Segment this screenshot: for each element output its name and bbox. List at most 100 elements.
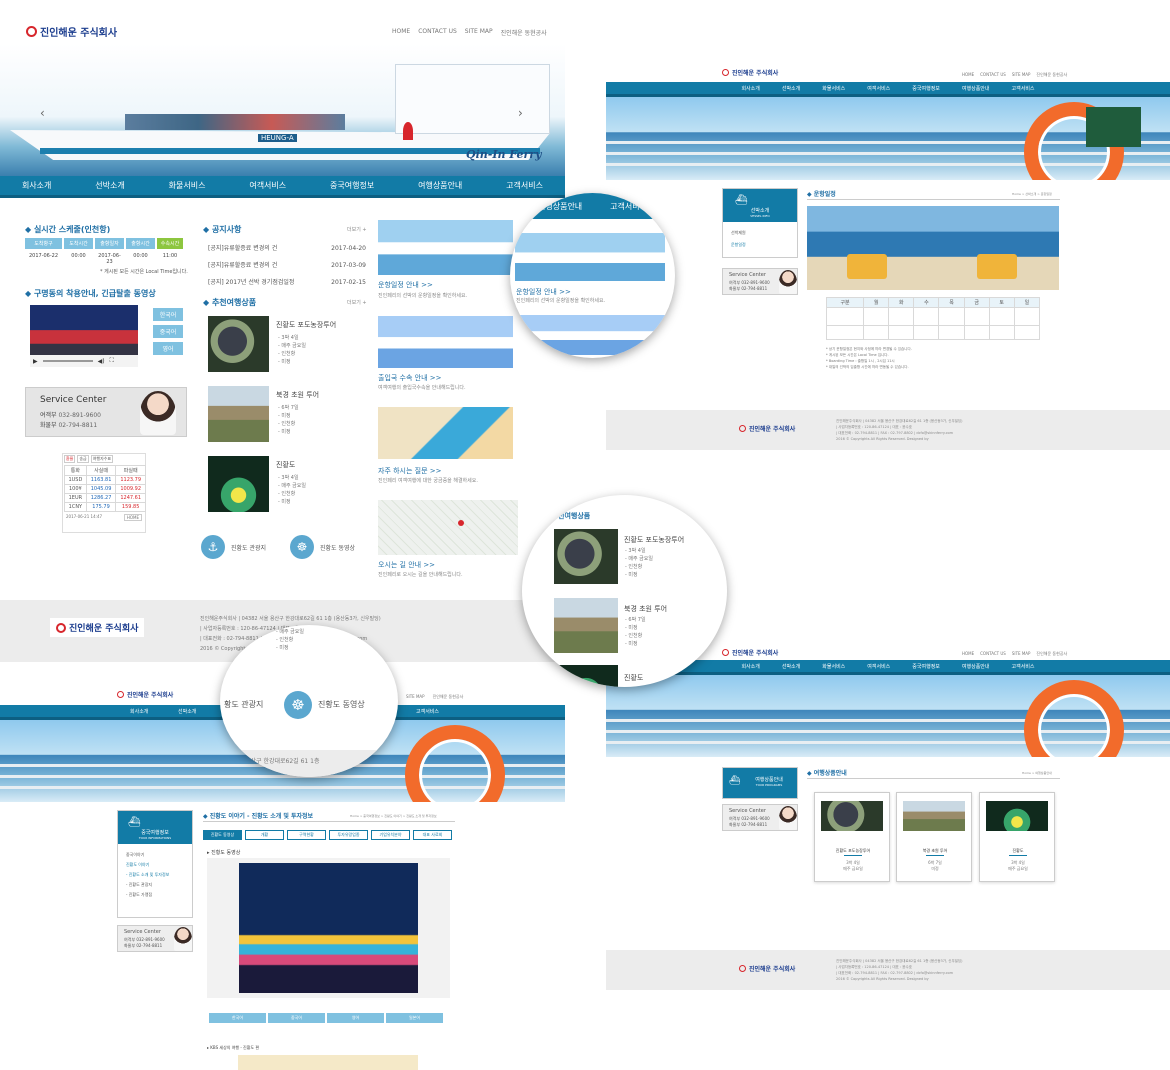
volume-icon[interactable]: ◀) bbox=[98, 358, 105, 365]
lang-button[interactable]: 일본어 bbox=[386, 1013, 443, 1023]
site-logo[interactable]: 진인해운 주식회사 bbox=[722, 68, 778, 77]
notice-item[interactable]: [공지] 2017년 선박 경기점검일정 2017-02-15 bbox=[208, 274, 366, 291]
content-tab[interactable]: 기업유치분야 bbox=[371, 830, 410, 840]
schedule-header: 출항시간 bbox=[126, 238, 155, 249]
promo-title[interactable]: 오시는 길 안내 >> bbox=[378, 560, 435, 570]
lnb-item[interactable]: 운항일정 bbox=[731, 239, 789, 251]
zoom-callout-tours: 선여행상품 진황도 포도농장투어 - 3박 4일 - 매주 금요일 - 인천항 - 미… bbox=[522, 495, 727, 687]
site-logo[interactable]: 진인해운 주식회사 bbox=[26, 24, 117, 39]
lnb-item[interactable]: 선박제원 bbox=[731, 227, 789, 239]
lnb-sub-item[interactable]: - 진황도 가맹점 bbox=[126, 890, 184, 900]
content-tab[interactable]: 진황도 동영상 bbox=[203, 830, 242, 840]
home-link[interactable]: HOME bbox=[392, 28, 410, 37]
quick-link-video[interactable]: ☸ 진황도 동영상 bbox=[290, 535, 355, 559]
content-tab[interactable]: 구역현황 bbox=[287, 830, 326, 840]
lang-button[interactable]: 한국어 bbox=[209, 1013, 266, 1023]
product-card[interactable]: 진황도 3박 4일 매주 금요일 bbox=[979, 792, 1055, 882]
exchange-home-button[interactable]: HOME bbox=[123, 514, 142, 521]
prev-arrow-icon[interactable]: ‹ bbox=[40, 106, 45, 120]
promo-image[interactable] bbox=[378, 220, 513, 275]
lnb-item[interactable]: 진황도 이야기 bbox=[126, 860, 184, 870]
promo-title[interactable]: 운항일정 안내 >> bbox=[378, 280, 433, 290]
promo-desc: 여객여행의 출입국수속을 안내해드립니다. bbox=[378, 385, 466, 391]
gnb-item[interactable]: 고객서비스 bbox=[506, 180, 543, 191]
logo-mark-icon bbox=[739, 965, 746, 972]
lnb-item[interactable]: 중국이야기 bbox=[126, 850, 184, 860]
content-tab[interactable]: 개황 bbox=[245, 830, 284, 840]
helm-icon: ☸ bbox=[284, 691, 312, 719]
hull-stripe bbox=[40, 148, 540, 154]
promo-image[interactable] bbox=[378, 316, 513, 368]
exchange-tabs: 환율 송금 여행자수표 bbox=[63, 454, 145, 464]
video-frame-2[interactable] bbox=[238, 1055, 418, 1070]
hero-banner: HEUNG-A Qin-In Ferry ‹ › bbox=[0, 44, 565, 176]
safety-video-player[interactable]: ▶ ◀) ⛶ bbox=[30, 305, 138, 367]
tour-name[interactable]: 진황도 포도농장투어 bbox=[276, 320, 336, 330]
schedule-table: 구분 월 화 수 목 금 토 일 bbox=[825, 297, 1041, 340]
deck-banner bbox=[606, 675, 1170, 757]
deck-photo bbox=[807, 206, 1059, 290]
tour-video-player[interactable] bbox=[239, 863, 418, 993]
location-map[interactable] bbox=[378, 500, 518, 555]
promo-image[interactable] bbox=[378, 407, 513, 459]
tour-photo[interactable] bbox=[208, 316, 269, 372]
fullscreen-icon[interactable]: ⛶ bbox=[110, 357, 114, 365]
content-tab[interactable]: 투자유망업종 bbox=[329, 830, 368, 840]
exchange-tab[interactable]: 여행자수표 bbox=[90, 455, 114, 463]
lang-button[interactable]: 한국어 bbox=[153, 308, 183, 321]
tour-name[interactable]: 북경 초원 투어 bbox=[276, 390, 319, 400]
tour-photo[interactable] bbox=[208, 386, 269, 442]
service-center: Service Center 여객부 032-891-9600 화물부 02-7… bbox=[722, 804, 798, 831]
lang-button[interactable]: 영어 bbox=[327, 1013, 384, 1023]
product-card[interactable]: 진황도 포도농장투어 3박 4일 매주 금요일 bbox=[814, 792, 890, 882]
exchange-tab[interactable]: 환율 bbox=[64, 455, 76, 463]
promo-title[interactable]: 출입국 수속 안내 >> bbox=[378, 373, 442, 383]
service-center-title: Service Center bbox=[40, 395, 107, 405]
quick-link-attractions[interactable]: ⚓ 진황도 관광지 bbox=[201, 535, 266, 559]
lnb-title: ⛴ 중국여행정보 TOUR INFORMATIONS bbox=[118, 811, 192, 844]
notice-more-link[interactable]: 더보기 + bbox=[347, 226, 367, 233]
next-arrow-icon[interactable]: › bbox=[518, 106, 523, 120]
lnb-sub-item[interactable]: - 진황도 관광지 bbox=[126, 880, 184, 890]
deck-chair bbox=[847, 254, 887, 279]
service-center: Service Center 여객부 032-891-9600 화물부 02-7… bbox=[722, 268, 798, 295]
logo-mark-icon bbox=[722, 69, 729, 76]
schedule-header: 출항일자 bbox=[95, 238, 124, 249]
lnb-sub-item[interactable]: - 진황도 소개 및 투자정보 bbox=[126, 870, 184, 880]
gnb-item[interactable]: 여행상품안내 bbox=[418, 180, 462, 191]
tour-name[interactable]: 진황도 bbox=[276, 460, 295, 470]
service-center: Service Center 여객부 032-891-9600 화물부 02-7… bbox=[117, 925, 193, 952]
notice-item[interactable]: [공지]유류할증료 변경의 건 2017-03-09 bbox=[208, 257, 366, 274]
schedule-header: 도착시간 bbox=[64, 238, 93, 249]
divider bbox=[807, 199, 1060, 200]
seek-bar[interactable] bbox=[42, 360, 93, 362]
gnb-item[interactable]: 회사소개 bbox=[22, 180, 51, 191]
site-logo[interactable]: 진인해운 주식회사 bbox=[117, 690, 173, 699]
exchange-footer: 2017-06-21 14:47 HOME bbox=[63, 513, 145, 522]
tours-more-link[interactable]: 더보기 + bbox=[347, 299, 367, 306]
lang-button[interactable]: 중국어 bbox=[268, 1013, 325, 1023]
partner-link[interactable]: 진인해운 동현공사 bbox=[501, 28, 547, 37]
video-title: ◆ 구명동의 착용안내, 긴급탈출 동영상 bbox=[25, 289, 156, 298]
lang-button[interactable]: 중국어 bbox=[153, 325, 183, 338]
logo-mark-icon bbox=[117, 691, 124, 698]
schedule-notes: * 상기 운항일정은 현지와 사정에 따라 변경될 수 있습니다. * 게시된 모… bbox=[826, 347, 912, 369]
site-logo[interactable]: 진인해운 주식회사 bbox=[722, 648, 778, 657]
logo-mark-icon bbox=[722, 649, 729, 656]
notice-item[interactable]: [공지]유류할증료 변경의 건 2017-04-20 bbox=[208, 240, 366, 257]
gnb-item[interactable]: 선박소개 bbox=[95, 180, 124, 191]
tour-photo[interactable] bbox=[208, 456, 269, 512]
gnb-item[interactable]: 화물서비스 bbox=[169, 180, 206, 191]
notice-list: [공지]유류할증료 변경의 건 2017-04-20 [공지]유류할증료 변경의 … bbox=[208, 240, 366, 291]
gnb-item[interactable]: 중국여행정보 bbox=[330, 180, 374, 191]
sitemap-link[interactable]: SITE MAP bbox=[465, 28, 493, 37]
exchange-tab[interactable]: 송금 bbox=[77, 455, 89, 463]
content-tab[interactable]: 대표 사료회 bbox=[413, 830, 452, 840]
play-icon[interactable]: ▶ bbox=[33, 358, 38, 365]
contact-link[interactable]: CONTACT US bbox=[418, 28, 457, 37]
promo-title[interactable]: 자주 하시는 질문 >> bbox=[378, 466, 442, 476]
lang-button[interactable]: 영어 bbox=[153, 342, 183, 355]
product-photo bbox=[821, 801, 883, 831]
product-card[interactable]: 북경 초원 투어 6박 7일 미정 bbox=[896, 792, 972, 882]
gnb-item[interactable]: 여객서비스 bbox=[249, 180, 286, 191]
